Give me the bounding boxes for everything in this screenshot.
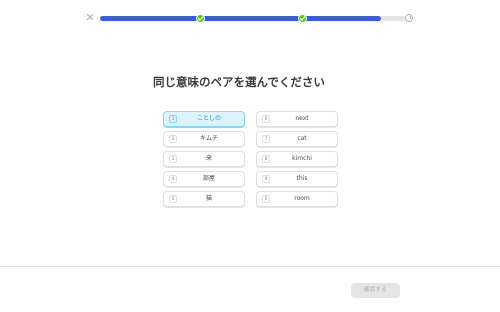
progress-fill — [100, 16, 381, 21]
card-left-1[interactable]: 1 ことしの — [163, 111, 245, 127]
card-left-3[interactable]: 3 来 — [163, 151, 245, 167]
card-left-5[interactable]: 5 猫 — [163, 191, 245, 207]
card-text: 猫 — [205, 195, 212, 202]
close-button[interactable]: ✕ — [85, 12, 95, 24]
card-right-1[interactable]: 6 next — [256, 111, 338, 127]
check-icon — [298, 14, 308, 23]
card-number: 7 — [262, 135, 270, 143]
card-text: ことしの — [196, 115, 221, 122]
close-icon: ✕ — [85, 11, 95, 24]
card-left-4[interactable]: 4 部屋 — [163, 171, 245, 187]
card-text: kimchi — [292, 155, 312, 162]
card-number: 6 — [262, 115, 270, 123]
card-number: 4 — [169, 175, 177, 183]
trophy-icon — [405, 14, 413, 22]
card-text: 来 — [205, 155, 212, 162]
check-icon — [196, 14, 206, 23]
card-number: 1 — [169, 115, 177, 123]
card-text: next — [295, 115, 309, 122]
card-text: room — [294, 195, 310, 202]
card-right-2[interactable]: 7 cat — [256, 131, 338, 147]
card-number: 9 — [262, 175, 270, 183]
progress-bar — [100, 14, 405, 23]
check-button[interactable]: 確認する — [351, 283, 400, 298]
card-number: 2 — [169, 135, 177, 143]
card-number: 8 — [262, 155, 270, 163]
card-left-2[interactable]: 2 キムチ — [163, 131, 245, 147]
card-right-3[interactable]: 8 kimchi — [256, 151, 338, 167]
card-text: キムチ — [199, 135, 218, 142]
match-cards: 1 ことしの 2 キムチ 3 来 4 部屋 5 猫 6 next 7 cat 8… — [163, 111, 339, 211]
card-text: 部屋 — [202, 175, 215, 182]
card-text: this — [296, 175, 308, 182]
card-text: cat — [297, 135, 307, 142]
card-number: 0 — [262, 195, 270, 203]
card-right-4[interactable]: 9 this — [256, 171, 338, 187]
card-number: 5 — [169, 195, 177, 203]
prompt-title: 同じ意味のペアを選んでください — [153, 75, 325, 89]
card-right-5[interactable]: 0 room — [256, 191, 338, 207]
card-number: 3 — [169, 155, 177, 163]
footer-divider — [0, 266, 500, 267]
